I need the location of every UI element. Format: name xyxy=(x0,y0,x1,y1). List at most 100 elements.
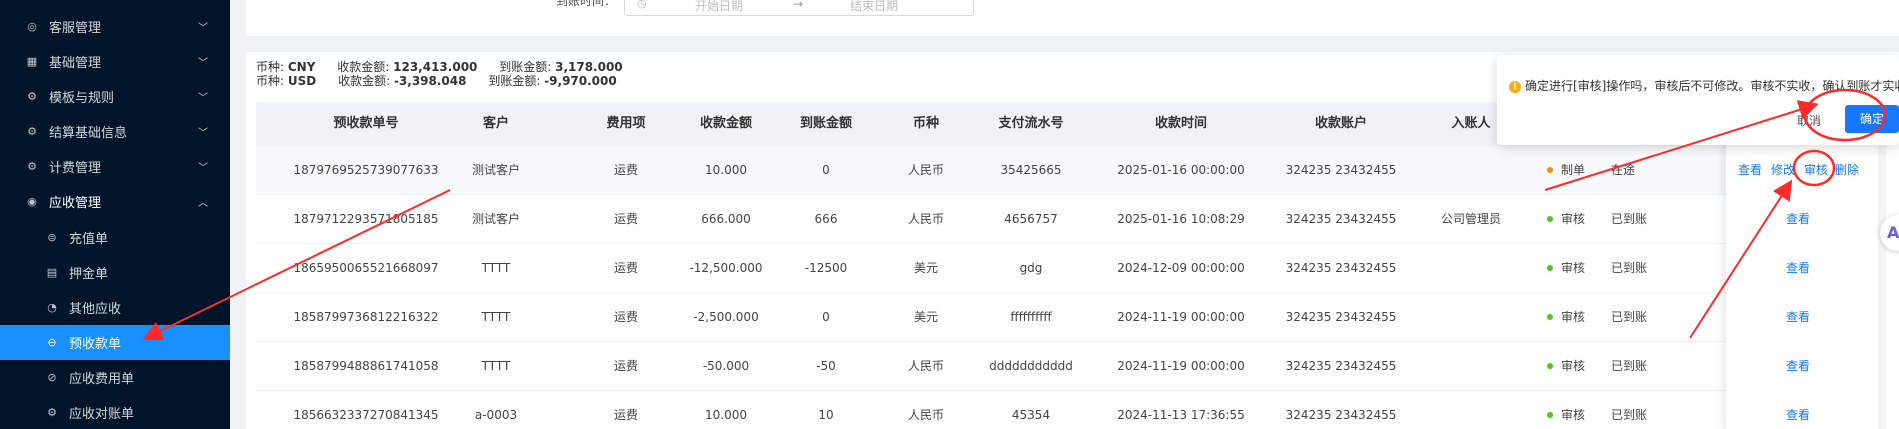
sidebar-item-deposit[interactable]: ▤ 押金单 xyxy=(0,255,230,290)
recharge-icon: ⊜ xyxy=(47,231,57,244)
sidebar-item-other-receivables[interactable]: ◔ 其他应收 xyxy=(0,290,230,325)
status-dot-icon xyxy=(1546,313,1553,320)
confirm-button[interactable]: 确定 xyxy=(1845,105,1899,133)
chevron-down-icon: ﹀ xyxy=(198,23,208,34)
cell-customer: TTTT xyxy=(481,310,511,324)
column-header-serial[interactable]: 支付流水号 xyxy=(966,102,1096,146)
chevron-up-icon: ︿ xyxy=(198,198,208,209)
cell-no: 1879769525739077633 xyxy=(293,163,439,177)
column-header-customer[interactable]: 客户 xyxy=(436,102,556,146)
column-header-fee[interactable]: 费用项 xyxy=(586,102,666,146)
cell-account: 324235 23432455 xyxy=(1285,408,1397,422)
chevron-down-icon: ﹀ xyxy=(198,93,208,104)
status-badge: 审核 xyxy=(1526,391,1606,429)
cell-time: 2024-11-19 00:00:00 xyxy=(1117,310,1245,324)
cell-currency: 人民币 xyxy=(907,359,944,373)
cell-account: 324235 23432455 xyxy=(1285,212,1397,226)
table-row[interactable]: 1879769525739077633 测试客户 运费 10.000 0 人民币 35425… xyxy=(256,146,1899,195)
cell-customer: 测试客户 xyxy=(471,163,520,177)
sidebar-item-billing[interactable]: ⚙ 计费管理 ﹀ xyxy=(0,149,230,184)
arrived-label: 到账金额: xyxy=(499,60,552,74)
pie-icon: ◔ xyxy=(47,301,57,314)
sidebar: ◎ 客服管理 ﹀ ▦ 基础管理 ﹀ ⚙ 模板与规则 ﹀ ⚙ 结算基础信息 ﹀ ⚙… xyxy=(0,0,230,429)
row-actions: 查看 xyxy=(1786,342,1810,391)
status-badge: 审核 xyxy=(1526,244,1606,293)
cell-received: -50.000 xyxy=(702,359,750,373)
status-text: 审核 xyxy=(1560,261,1585,275)
edit-link[interactable]: 修改 xyxy=(1771,146,1795,194)
sidebar-item-recharge[interactable]: ⊜ 充值单 xyxy=(0,220,230,255)
cell-customer: 测试客户 xyxy=(471,212,520,226)
row-actions: 查看 xyxy=(1786,293,1810,342)
gear-icon: ⚙ xyxy=(27,160,37,173)
status-text: 审核 xyxy=(1560,408,1585,422)
column-header-currency[interactable]: 币种 xyxy=(886,102,966,146)
sidebar-item-statement[interactable]: ⚙ 应收对账单 xyxy=(0,395,230,429)
cell-booker xyxy=(1416,391,1526,429)
cell-serial: ffffffffff xyxy=(1010,310,1052,324)
circle-icon: ◉ xyxy=(27,195,37,208)
cell-time: 2024-12-09 00:00:00 xyxy=(1117,261,1245,275)
date-range-picker[interactable]: ◷ 开始日期 → 结束日期 xyxy=(624,0,974,16)
arrived-value: 3,178.000 xyxy=(555,60,623,74)
cell-arrived: -50 xyxy=(816,359,836,373)
scrollbar[interactable] xyxy=(1878,140,1886,429)
column-header-received[interactable]: 收款金额 xyxy=(676,102,776,146)
view-link[interactable]: 查看 xyxy=(1738,146,1762,194)
cell-no: 1879712293571805185 xyxy=(293,212,439,226)
currency-value: USD xyxy=(287,74,317,88)
grid-icon: ▦ xyxy=(26,55,38,68)
cell-received: 666.000 xyxy=(701,212,751,226)
audit-link[interactable]: 审核 xyxy=(1804,146,1828,194)
sidebar-item-service[interactable]: ◎ 客服管理 ﹀ xyxy=(0,9,230,44)
check-circle-icon: ⊘ xyxy=(47,371,57,384)
sidebar-item-receivable-fees[interactable]: ⊘ 应收费用单 xyxy=(0,360,230,395)
sidebar-item-basic[interactable]: ▦ 基础管理 ﹀ xyxy=(0,44,230,79)
view-link[interactable]: 查看 xyxy=(1786,408,1810,422)
sidebar-item-advance-receipt[interactable]: ⊖ 预收款单 xyxy=(0,325,230,360)
table-row[interactable]: 1879712293571805185 测试客户 运费 666.000 666 人民币 46… xyxy=(256,195,1899,244)
status-badge: 制单 xyxy=(1526,146,1606,195)
view-link[interactable]: 查看 xyxy=(1786,261,1810,275)
arrived-label: 到账金额: xyxy=(488,74,541,88)
currency-icon: ⊖ xyxy=(47,336,57,349)
sidebar-item-settlement[interactable]: ⚙ 结算基础信息 ﹀ xyxy=(0,114,230,149)
view-link[interactable]: 查看 xyxy=(1786,359,1810,373)
cell-booker: 公司管理员 xyxy=(1440,212,1501,226)
warning-icon: ! xyxy=(1509,80,1521,93)
column-header-time[interactable]: 收款时间 xyxy=(1106,102,1256,146)
start-date-input[interactable]: 开始日期 xyxy=(695,0,743,14)
sidebar-item-label: 其他应收 xyxy=(69,302,122,317)
arrival-state: 已到账 xyxy=(1611,408,1648,422)
cell-time: 2024-11-13 17:36:55 xyxy=(1117,408,1245,422)
column-header-no[interactable]: 预收款单号 xyxy=(286,102,446,146)
status-dot-icon xyxy=(1546,411,1553,418)
received-value: 123,413.000 xyxy=(393,60,478,74)
cancel-button[interactable]: 取消 xyxy=(1797,112,1821,129)
sidebar-item-receivables[interactable]: ◉ 应收管理 ︿ xyxy=(0,184,230,219)
arrival-state: 在途 xyxy=(1611,163,1636,177)
end-date-input[interactable]: 结束日期 xyxy=(850,0,898,14)
table-row[interactable]: 1858799736812216322 TTTT 运费 -2,500.000 0 美元 ff… xyxy=(256,293,1899,342)
table-row[interactable]: 1856632337270841345 a-0003 运费 10.000 10 人民币 45… xyxy=(256,391,1899,429)
delete-link[interactable]: 删除 xyxy=(1835,146,1859,194)
row-actions: 查看 xyxy=(1786,244,1810,293)
table-row[interactable]: 1865950065521668097 TTTT 运费 -12,500.000 -125… xyxy=(256,244,1899,293)
filter-panel: 到账时间： ◷ 开始日期 → 结束日期 xyxy=(246,0,1899,36)
cell-serial: 35425665 xyxy=(1000,163,1062,177)
arrival-state: 已到账 xyxy=(1611,212,1648,226)
sidebar-item-label: 充值单 xyxy=(69,232,109,247)
table-row[interactable]: 1858799488861741058 TTTT 运费 -50.000 -50 人民币 dd… xyxy=(256,342,1899,391)
column-header-arrived[interactable]: 到账金额 xyxy=(776,102,876,146)
view-link[interactable]: 查看 xyxy=(1786,212,1810,226)
column-header-account[interactable]: 收款账户 xyxy=(1266,102,1416,146)
view-link[interactable]: 查看 xyxy=(1786,310,1810,324)
received-label: 收款金额: xyxy=(337,60,390,74)
sidebar-item-templates[interactable]: ⚙ 模板与规则 ﹀ xyxy=(0,79,230,114)
cell-customer: TTTT xyxy=(481,261,511,275)
cell-currency: 人民币 xyxy=(907,408,944,422)
received-value: -3,398.048 xyxy=(393,74,467,88)
cell-booker xyxy=(1416,342,1526,391)
status-dot-icon xyxy=(1546,215,1553,222)
status-text: 审核 xyxy=(1560,310,1585,324)
